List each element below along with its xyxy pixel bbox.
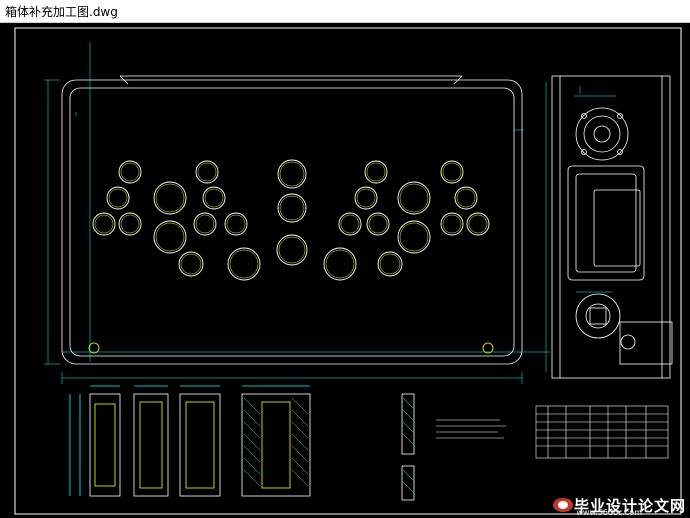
button-hole — [153, 181, 187, 215]
button-hole — [193, 212, 217, 236]
button-hole-inner — [368, 214, 388, 234]
button-hole — [338, 212, 362, 236]
main-dimension-lines — [44, 42, 550, 384]
button-hole — [195, 160, 219, 184]
button-hole — [354, 186, 378, 210]
button-hole — [377, 251, 403, 277]
window-title: 箱体补充加工图.dwg — [5, 5, 118, 19]
button-hole-inner — [356, 188, 376, 208]
section-view-2 — [133, 385, 169, 497]
section-view-1 — [69, 385, 121, 497]
button-hole — [440, 212, 464, 236]
button-hole-inner — [197, 162, 217, 182]
button-hole — [277, 193, 307, 223]
window-title-bar: 箱体补充加工图.dwg — [0, 0, 690, 23]
button-hole — [224, 212, 248, 236]
button-hole-inner — [120, 162, 140, 182]
button-hole — [106, 186, 130, 210]
button-hole — [323, 247, 357, 281]
button-hole — [118, 212, 142, 236]
button-hole-inner — [399, 222, 429, 252]
logo-icon — [552, 498, 573, 512]
button-hole-inner — [180, 253, 202, 275]
button-hole — [153, 220, 187, 254]
button-hole-group — [92, 159, 490, 281]
button-hole-inner — [120, 214, 140, 234]
button-hole-inner — [204, 188, 224, 208]
button-hole — [276, 234, 308, 266]
button-hole-inner — [442, 214, 462, 234]
section-view-4 — [241, 385, 311, 497]
button-hole — [277, 159, 307, 189]
button-hole-inner — [229, 249, 259, 279]
button-hole — [227, 247, 261, 281]
button-hole-inner — [279, 195, 305, 221]
button-hole-inner — [366, 162, 386, 182]
title-block — [535, 405, 669, 459]
button-hole-inner — [94, 214, 114, 234]
button-hole — [178, 251, 204, 277]
button-hole — [466, 212, 490, 236]
button-hole — [118, 160, 142, 184]
section-view-3 — [179, 385, 221, 497]
watermark-url: www.56doc.com — [576, 508, 642, 517]
technical-notes-lines — [436, 419, 506, 439]
button-hole-inner — [155, 183, 185, 213]
button-hole — [366, 212, 390, 236]
button-hole-inner — [340, 214, 360, 234]
button-hole-inner — [279, 161, 305, 187]
watermark-logo: 毕业设计论文网 www.56doc.com — [552, 494, 686, 517]
side-view-dims — [545, 82, 616, 372]
button-hole — [92, 212, 116, 236]
button-hole-inner — [108, 188, 128, 208]
button-hole-inner — [399, 183, 429, 213]
button-hole-inner — [456, 188, 476, 208]
button-hole — [364, 160, 388, 184]
button-hole-inner — [325, 249, 355, 279]
button-hole-inner — [379, 253, 401, 275]
button-hole — [202, 186, 226, 210]
side-view — [551, 75, 673, 379]
button-hole-inner — [468, 214, 488, 234]
cad-drawing-canvas[interactable] — [0, 22, 690, 518]
button-hole — [440, 160, 464, 184]
button-hole-inner — [155, 222, 185, 252]
button-hole-inner — [442, 162, 462, 182]
button-hole-inner — [278, 236, 306, 264]
button-hole — [397, 181, 431, 215]
button-hole — [454, 186, 478, 210]
button-hole-inner — [195, 214, 215, 234]
section-view-5 — [401, 393, 415, 501]
button-hole — [397, 220, 431, 254]
button-hole-inner — [226, 214, 246, 234]
